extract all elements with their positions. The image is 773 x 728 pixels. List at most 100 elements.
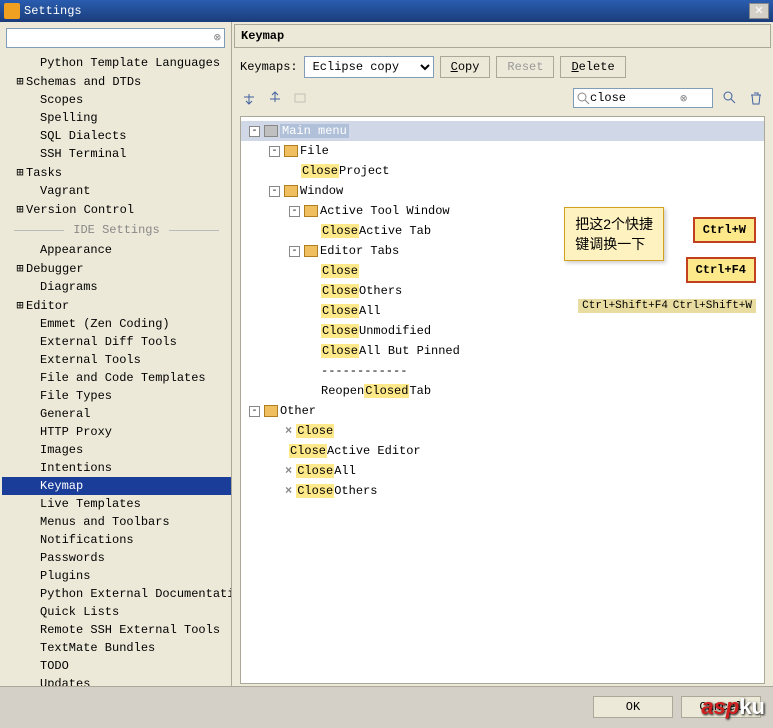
settings-search-input[interactable]	[6, 28, 225, 48]
edit-shortcut-icon	[292, 89, 310, 107]
tree-item[interactable]: ⊞Schemas and DTDs	[2, 72, 231, 91]
action-close-active-tab[interactable]: Active Tab	[359, 224, 431, 238]
tree-item[interactable]: Images	[2, 441, 231, 459]
shortcut-ctrl-f4: Ctrl+F4	[686, 257, 756, 283]
folder-icon	[264, 125, 278, 137]
folder-icon	[284, 145, 298, 157]
tree-item[interactable]: General	[2, 405, 231, 423]
shortcut-ctrl-w: Ctrl+W	[693, 217, 756, 243]
settings-tree[interactable]: Python Template Languages⊞Schemas and DT…	[0, 54, 231, 686]
folder-icon	[264, 405, 278, 417]
tree-item[interactable]: Vagrant	[2, 182, 231, 200]
dialog-button-bar: OK Cancel	[0, 686, 773, 726]
search-icon	[576, 91, 590, 105]
shortcut-ctrl-shift-f4: Ctrl+Shift+F4	[578, 299, 672, 313]
ide-settings-header: IDE Settings	[2, 223, 231, 237]
tree-node-window[interactable]: Window	[300, 184, 343, 198]
tree-item[interactable]: Live Templates	[2, 495, 231, 513]
tree-item[interactable]: Emmet (Zen Coding)	[2, 315, 231, 333]
clear-search-icon[interactable]: ⊗	[214, 30, 221, 45]
collapse-all-icon[interactable]	[266, 89, 284, 107]
action-icon: ×	[285, 424, 292, 438]
tree-item[interactable]: Keymap	[2, 477, 231, 495]
expand-icon[interactable]: -	[289, 206, 300, 217]
app-icon	[4, 3, 20, 19]
action-close-active-editor[interactable]: Active Editor	[327, 444, 421, 458]
close-window-button[interactable]: ✕	[749, 3, 769, 19]
settings-tree-panel: ⊗ Python Template Languages⊞Schemas and …	[0, 22, 232, 686]
trash-icon[interactable]	[747, 89, 765, 107]
tree-item[interactable]: ⊞Editor	[2, 296, 231, 315]
expand-icon[interactable]: -	[289, 246, 300, 257]
action-search-input[interactable]	[590, 91, 680, 105]
tree-item[interactable]: Updates	[2, 675, 231, 686]
annotation-note: 把这2个快捷 键调换一下	[564, 207, 664, 261]
action-icon: ×	[285, 464, 292, 478]
tree-item[interactable]: SSH Terminal	[2, 145, 231, 163]
tree-item[interactable]: TODO	[2, 657, 231, 675]
tree-item[interactable]: HTTP Proxy	[2, 423, 231, 441]
clear-action-search-icon[interactable]: ⊗	[680, 91, 687, 106]
reset-button[interactable]: Reset	[496, 56, 554, 78]
tree-item[interactable]: SQL Dialects	[2, 127, 231, 145]
keymap-select[interactable]: Eclipse copy	[304, 56, 434, 78]
tree-item[interactable]: Scopes	[2, 91, 231, 109]
action-tree[interactable]: -Main menu -File Close Project -Window -…	[240, 116, 765, 684]
tree-item[interactable]: Passwords	[2, 549, 231, 567]
tree-node-main-menu[interactable]: Main menu	[280, 124, 349, 138]
action-close-all-but-pinned[interactable]: All But Pinned	[359, 344, 460, 358]
tree-item[interactable]: Remote SSH External Tools	[2, 621, 231, 639]
action-close-others[interactable]: Others	[359, 284, 402, 298]
ok-button[interactable]: OK	[593, 696, 673, 718]
expand-all-icon[interactable]	[240, 89, 258, 107]
action-reopen-closed-tab[interactable]: Tab	[409, 384, 431, 398]
delete-button[interactable]: Delete	[560, 56, 625, 78]
tree-item[interactable]: ⊞Debugger	[2, 259, 231, 278]
action-other-close[interactable]: Close	[296, 424, 334, 438]
tree-item[interactable]: Notifications	[2, 531, 231, 549]
shortcut-ctrl-shift-w: Ctrl+Shift+W	[669, 299, 756, 313]
keymaps-label: Keymaps:	[240, 60, 298, 74]
tree-item[interactable]: TextMate Bundles	[2, 639, 231, 657]
tree-item[interactable]: Python External Documentation	[2, 585, 231, 603]
tree-item[interactable]: External Diff Tools	[2, 333, 231, 351]
tree-item[interactable]: Plugins	[2, 567, 231, 585]
title-bar: Settings ✕	[0, 0, 773, 22]
tree-node-file[interactable]: File	[300, 144, 329, 158]
window-title: Settings	[24, 4, 82, 18]
watermark: aspku	[701, 694, 765, 720]
expand-icon[interactable]: -	[269, 186, 280, 197]
expand-icon[interactable]: -	[249, 126, 260, 137]
tree-item[interactable]: Spelling	[2, 109, 231, 127]
tree-item[interactable]: External Tools	[2, 351, 231, 369]
tree-item[interactable]: File Types	[2, 387, 231, 405]
tree-item[interactable]: Appearance	[2, 241, 231, 259]
tree-item[interactable]: Intentions	[2, 459, 231, 477]
folder-icon	[304, 205, 318, 217]
tree-node-editor-tabs[interactable]: Editor Tabs	[320, 244, 399, 258]
tree-item[interactable]: Quick Lists	[2, 603, 231, 621]
action-close-unmodified[interactable]: Unmodified	[359, 324, 431, 338]
action-close[interactable]: Close	[321, 264, 359, 278]
action-other-close-others[interactable]: Others	[334, 484, 377, 498]
tree-item[interactable]: Menus and Toolbars	[2, 513, 231, 531]
tree-node-other[interactable]: Other	[280, 404, 316, 418]
folder-icon	[284, 185, 298, 197]
tree-item[interactable]: Diagrams	[2, 278, 231, 296]
tree-item[interactable]: File and Code Templates	[2, 369, 231, 387]
copy-button[interactable]: Copy	[440, 56, 491, 78]
action-other-close-all[interactable]: All	[334, 464, 356, 478]
tree-item[interactable]: Python Template Languages	[2, 54, 231, 72]
action-search-box[interactable]: ⊗	[573, 88, 713, 108]
tree-item[interactable]: ⊞Tasks	[2, 163, 231, 182]
tree-node-active-tool-window[interactable]: Active Tool Window	[320, 204, 450, 218]
expand-icon[interactable]: -	[269, 146, 280, 157]
find-by-shortcut-icon[interactable]	[721, 89, 739, 107]
panel-title: Keymap	[234, 24, 771, 48]
tree-item[interactable]: ⊞Version Control	[2, 200, 231, 219]
separator: ------------	[321, 364, 407, 378]
action-icon: ×	[285, 484, 292, 498]
action-close-all[interactable]: All	[359, 304, 381, 318]
expand-icon[interactable]: -	[249, 406, 260, 417]
action-close-project[interactable]: Project	[339, 164, 389, 178]
